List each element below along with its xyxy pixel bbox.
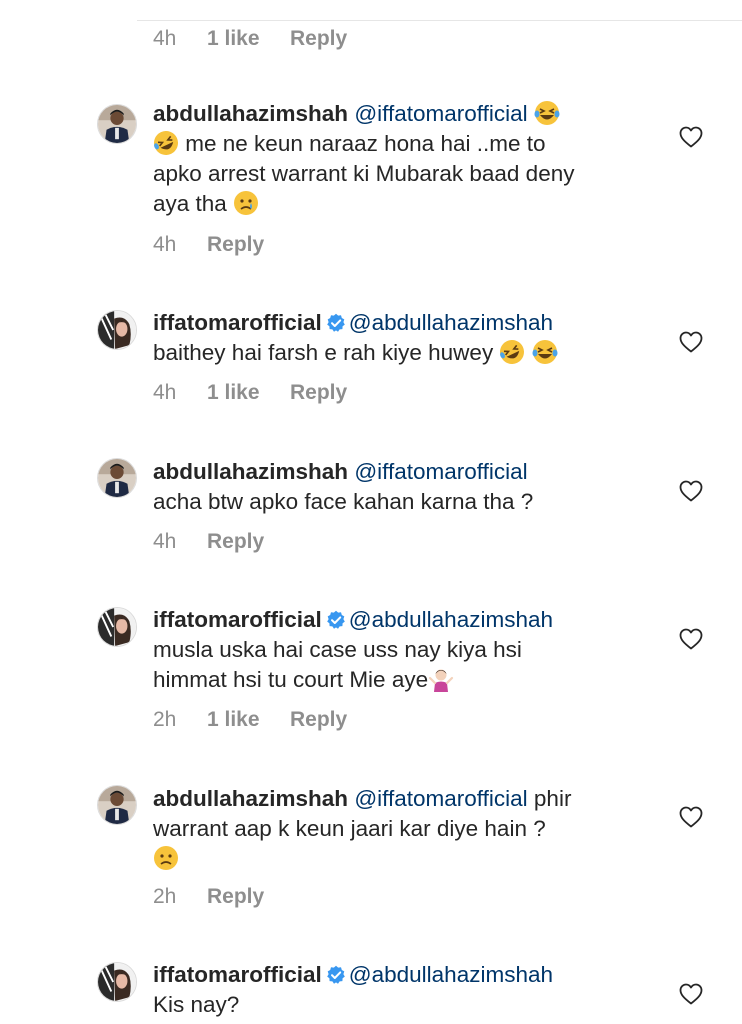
avatar-iffatomarofficial[interactable] bbox=[97, 962, 137, 1002]
comment-meta: 2h 1 like Reply bbox=[153, 708, 347, 732]
comment-body-line: apko arrest warrant ki Mubarak baad deny bbox=[153, 161, 575, 186]
frowning-face-emoji-icon bbox=[154, 846, 178, 870]
top-divider bbox=[137, 20, 742, 21]
avatar-abdullahazimshah[interactable] bbox=[97, 785, 137, 825]
comment-body-line: musla uska hai case uss nay kiya hsi bbox=[153, 637, 522, 662]
comment-text: abdullahazimshah @iffatomarofficial phir… bbox=[153, 784, 653, 874]
comment-username[interactable]: iffatomarofficial bbox=[153, 607, 322, 632]
heart-outline-icon[interactable] bbox=[679, 480, 703, 502]
laughing-tears-emoji-icon bbox=[532, 340, 558, 364]
comment-username[interactable]: abdullahazimshah bbox=[153, 459, 348, 484]
avatar-abdullahazimshah[interactable] bbox=[97, 104, 137, 144]
heart-outline-icon[interactable] bbox=[679, 126, 703, 148]
previous-comment-meta: 4h 1 like Reply bbox=[153, 27, 347, 51]
comment-mention[interactable]: @iffatomarofficial bbox=[354, 101, 527, 126]
avatar-iffatomarofficial[interactable] bbox=[97, 607, 137, 647]
comment-body-line: acha btw apko face kahan karna tha ? bbox=[153, 489, 534, 514]
comment-body-line: aya tha bbox=[153, 191, 227, 216]
rolling-laughing-emoji-icon bbox=[154, 131, 178, 155]
comment-text: iffatomarofficial @abdullahazimshah musla… bbox=[153, 605, 653, 695]
verified-badge-icon bbox=[326, 313, 346, 333]
comment-username[interactable]: iffatomarofficial bbox=[153, 962, 322, 987]
comment-meta: 4h Reply bbox=[153, 530, 264, 554]
comment-text: abdullahazimshah @iffatomarofficial acha… bbox=[153, 457, 653, 517]
comment-body-line: Kis nay? bbox=[153, 992, 240, 1017]
avatar-man-icon bbox=[98, 105, 136, 143]
reply-button[interactable]: Reply bbox=[290, 381, 347, 405]
avatar-woman-icon bbox=[98, 963, 136, 1001]
comment-body-line: warrant aap k keun jaari kar diye hain ? bbox=[153, 816, 546, 841]
avatar-woman-icon bbox=[98, 608, 136, 646]
comment-time: 4h bbox=[153, 530, 177, 553]
comment-mention[interactable]: @iffatomarofficial bbox=[354, 459, 527, 484]
comment-text: abdullahazimshah @iffatomarofficial me n… bbox=[153, 99, 653, 219]
comment-time: 4h bbox=[153, 233, 177, 256]
comment-time: 4h bbox=[153, 27, 177, 50]
comment-username[interactable]: abdullahazimshah bbox=[153, 101, 348, 126]
comment-mention[interactable]: @abdullahazimshah bbox=[349, 310, 553, 335]
avatar-abdullahazimshah[interactable] bbox=[97, 458, 137, 498]
heart-outline-icon[interactable] bbox=[679, 628, 703, 650]
comment-body-line: me ne keun naraaz hona hai ..me to bbox=[185, 131, 546, 156]
comment-text: iffatomarofficial @abdullahazimshah Kis n… bbox=[153, 960, 653, 1020]
avatar-man-icon bbox=[98, 459, 136, 497]
avatar-iffatomarofficial[interactable] bbox=[97, 310, 137, 350]
verified-badge-icon bbox=[326, 965, 346, 985]
rolling-laughing-emoji-icon bbox=[500, 340, 525, 364]
comment-mention[interactable]: @abdullahazimshah bbox=[349, 607, 553, 632]
comment-mention[interactable]: @iffatomarofficial bbox=[354, 786, 527, 811]
comment-time: 2h bbox=[153, 708, 177, 731]
crying-face-emoji-icon bbox=[234, 191, 259, 215]
comment-likes-count[interactable]: 1 like bbox=[207, 708, 290, 732]
comment-username[interactable]: iffatomarofficial bbox=[153, 310, 322, 335]
comment-time: 2h bbox=[153, 885, 177, 908]
heart-outline-icon[interactable] bbox=[679, 806, 703, 828]
heart-outline-icon[interactable] bbox=[679, 331, 703, 353]
comment-body-line: himmat hsi tu court Mie aye bbox=[153, 667, 429, 692]
comment-likes-count[interactable]: 1 like bbox=[207, 27, 290, 51]
comment-body-line: phir bbox=[533, 786, 572, 811]
person-shrugging-emoji-icon bbox=[429, 669, 454, 692]
comment-meta: 4h Reply bbox=[153, 233, 264, 257]
reply-button[interactable]: Reply bbox=[207, 233, 264, 257]
comment-likes-count[interactable]: 1 like bbox=[207, 381, 290, 405]
reply-button[interactable]: Reply bbox=[207, 885, 264, 909]
reply-button[interactable]: Reply bbox=[290, 27, 347, 51]
laughing-tears-emoji-icon bbox=[534, 101, 560, 125]
comment-meta: 4h 1 like Reply bbox=[153, 381, 347, 405]
avatar-man-icon bbox=[98, 786, 136, 824]
comment-username[interactable]: abdullahazimshah bbox=[153, 786, 348, 811]
comment-mention[interactable]: @abdullahazimshah bbox=[349, 962, 553, 987]
comment-text: iffatomarofficial @abdullahazimshah baith… bbox=[153, 308, 653, 368]
heart-outline-icon[interactable] bbox=[679, 983, 703, 1005]
reply-button[interactable]: Reply bbox=[290, 708, 347, 732]
verified-badge-icon bbox=[326, 610, 346, 630]
reply-button[interactable]: Reply bbox=[207, 530, 264, 554]
avatar-woman-icon bbox=[98, 311, 136, 349]
comment-meta: 2h Reply bbox=[153, 885, 264, 909]
comment-time: 4h bbox=[153, 381, 177, 404]
comment-body-line: baithey hai farsh e rah kiye huwey bbox=[153, 340, 494, 365]
